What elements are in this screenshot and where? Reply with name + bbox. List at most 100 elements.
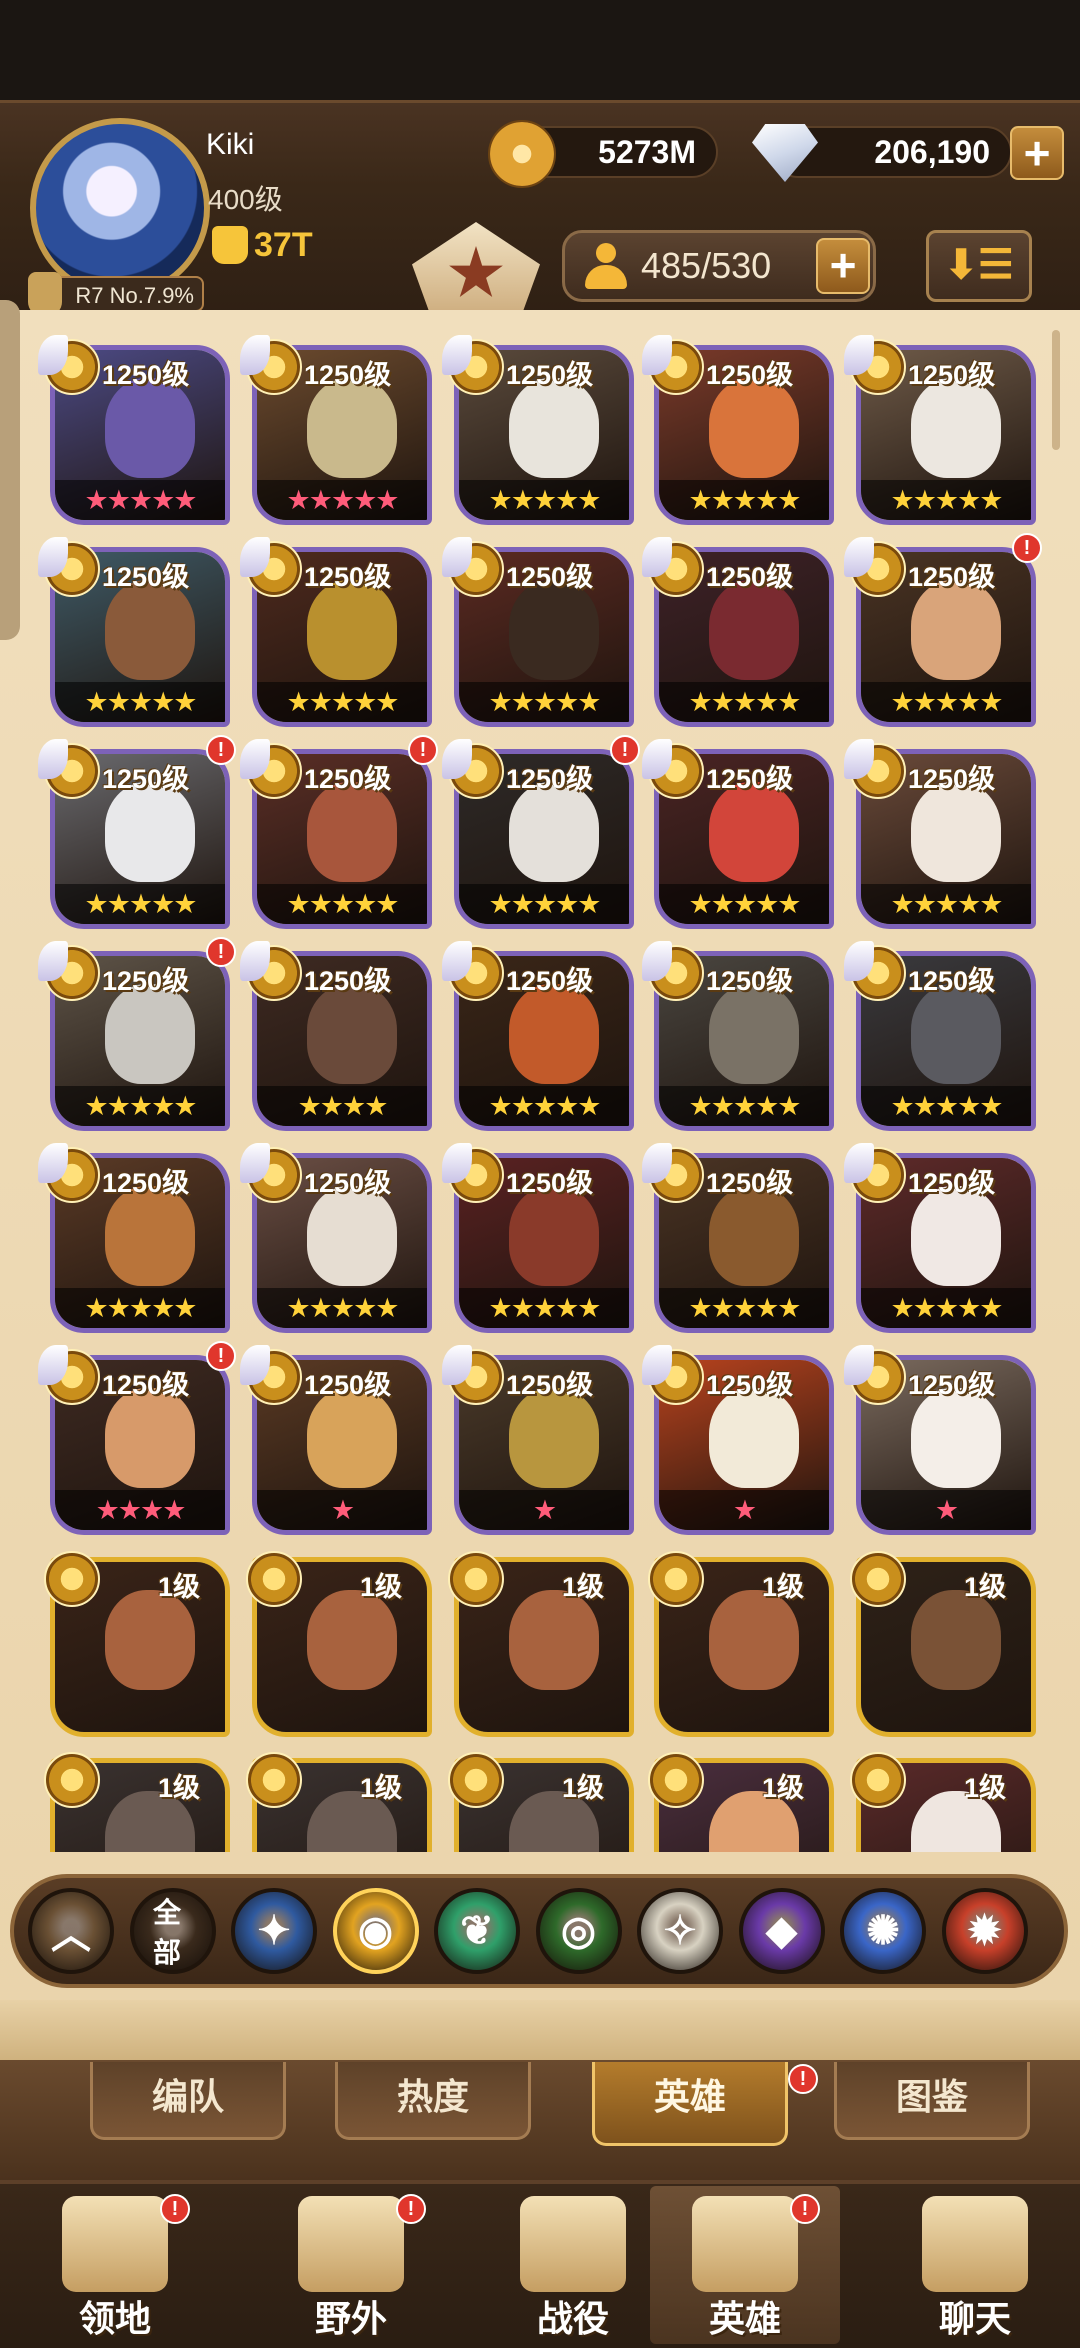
hero-stars: ★★★★★	[488, 687, 601, 717]
faction-dimensional-button[interactable]: ✺	[840, 1888, 926, 1974]
faction-hypogean-button[interactable]: ◆	[738, 1888, 825, 1974]
hero-level: 1250级	[102, 562, 190, 592]
hero-stars: ★★★★★	[286, 687, 399, 717]
hero-stars: ★★★★★	[84, 889, 197, 919]
hero-alert-icon: !	[408, 735, 438, 765]
hero-level: 1250级	[102, 764, 190, 794]
fist-icon	[212, 226, 248, 264]
hero-level: 1250级	[304, 966, 392, 996]
hero-alert-icon: !	[610, 735, 640, 765]
hero-stars: ★★★★★	[488, 889, 601, 919]
tab-1[interactable]: 热度	[335, 2062, 531, 2140]
hero-face	[105, 1186, 195, 1286]
hero-alert-icon: !	[1012, 533, 1042, 563]
hero-capacity-value: 485/530	[641, 245, 772, 286]
hero-alert-icon: !	[206, 1341, 236, 1371]
faction-medal-icon	[648, 1551, 704, 1607]
faction-mauler-button[interactable]: ◉	[332, 1888, 419, 1974]
diamond-value: 206,190	[874, 133, 990, 170]
graveborn-icon: ◎	[561, 1909, 596, 1953]
hero-level: 1250级	[706, 764, 794, 794]
faction-medal-icon	[246, 1551, 302, 1607]
gold-value: 5273M	[598, 133, 696, 170]
faction-celestial-button[interactable]: ✧	[637, 1888, 723, 1974]
combat-power: 37T	[212, 222, 313, 268]
hero-level: 1250级	[908, 1168, 996, 1198]
hero-stars: ★	[532, 1495, 557, 1525]
hero-face	[105, 1590, 195, 1690]
faction-lightbearer-button[interactable]: ✦	[231, 1888, 317, 1974]
hero-level: 1级	[562, 1773, 605, 1803]
expand-capacity-button[interactable]: +	[816, 238, 870, 294]
combat-power-value: 37T	[254, 225, 313, 264]
hero-alert-icon: !	[206, 735, 236, 765]
hero-stars: ★★★★★	[688, 1091, 801, 1121]
add-diamonds-button[interactable]: +	[1010, 126, 1064, 180]
nav-3[interactable]: 英雄!	[650, 2186, 840, 2344]
nav-alert-icon: !	[396, 2194, 426, 2224]
hero-face	[105, 984, 195, 1084]
hero-face	[509, 984, 599, 1084]
hero-face	[911, 1388, 1001, 1488]
mauler-icon: ◉	[358, 1909, 393, 1953]
wilder-icon: ❦	[460, 1909, 494, 1953]
tab-2[interactable]: 英雄	[592, 2062, 788, 2146]
faction-wilder-button[interactable]: ❦	[434, 1888, 520, 1974]
all-icon: 全部	[153, 1897, 182, 1968]
hero-face	[307, 378, 397, 478]
rank-badge[interactable]: R7 No.7.9%	[28, 272, 204, 316]
hero-level: 1级	[158, 1773, 201, 1803]
lightbearer-icon: ✦	[257, 1909, 291, 1953]
nav-1[interactable]: 野外!	[256, 2186, 446, 2344]
hero-face	[709, 378, 799, 478]
hero-face	[105, 580, 195, 680]
faction-graveborn-button[interactable]: ◎	[535, 1888, 622, 1974]
hero-level: 1250级	[908, 1370, 996, 1400]
hero-stars: ★★★★★	[488, 1293, 601, 1323]
hero-level: 1250级	[102, 360, 190, 390]
hero-level: 1级	[158, 1572, 201, 1602]
hero-level: 1250级	[908, 764, 996, 794]
rank-badge-text: R7 No.7.9%	[75, 283, 194, 308]
tab-0[interactable]: 编队	[90, 2062, 286, 2140]
tab-3[interactable]: 图鉴	[834, 2062, 1030, 2140]
nav-0[interactable]: 领地!	[20, 2186, 210, 2344]
hero-level: 1250级	[102, 1370, 190, 1400]
hero-face	[307, 1186, 397, 1286]
faction-collapse-button[interactable]: ︿	[28, 1888, 114, 1974]
hero-face	[911, 378, 1001, 478]
faction-all-button[interactable]: 全部	[129, 1888, 216, 1974]
dimensional-icon: ✺	[866, 1909, 900, 1953]
hero-stars: ★	[934, 1495, 959, 1525]
hero-stars: ★★★★★	[890, 1091, 1003, 1121]
faction-fire-button[interactable]: ✹	[941, 1888, 1028, 1974]
hero-level: 1250级	[506, 1370, 594, 1400]
celestial-icon: ✧	[663, 1909, 697, 1953]
scroll-map-icon	[298, 2196, 404, 2292]
nav-label: 战役	[536, 2298, 609, 2339]
hero-alert-icon: !	[206, 937, 236, 967]
panel-bottom-edge	[0, 2000, 1080, 2066]
hero-level: 1250级	[908, 562, 996, 592]
hypogean-icon: ◆	[766, 1909, 797, 1953]
nav-4[interactable]: 聊天	[880, 2186, 1070, 2344]
hero-level: 1级	[964, 1773, 1007, 1803]
player-avatar[interactable]	[30, 118, 210, 298]
hero-face	[307, 580, 397, 680]
faction-medal-icon	[448, 1752, 504, 1808]
hero-level: 1250级	[304, 1168, 392, 1198]
hero-level: 1250级	[706, 1168, 794, 1198]
hero-level: 1级	[360, 1773, 403, 1803]
nav-2[interactable]: 战役	[478, 2186, 668, 2344]
hero-stars: ★★★★★	[286, 889, 399, 919]
person-icon	[585, 243, 627, 291]
hero-level: 1250级	[102, 966, 190, 996]
sort-button[interactable]: ⬇☰	[926, 230, 1032, 302]
hero-face	[709, 984, 799, 1084]
hero-level: 1250级	[304, 562, 392, 592]
battle-sword-icon	[520, 2196, 626, 2292]
hero-stars: ★★★★★	[488, 1091, 601, 1121]
hero-level: 1250级	[706, 966, 794, 996]
castle-icon	[62, 2196, 168, 2292]
hero-level: 1级	[762, 1773, 805, 1803]
